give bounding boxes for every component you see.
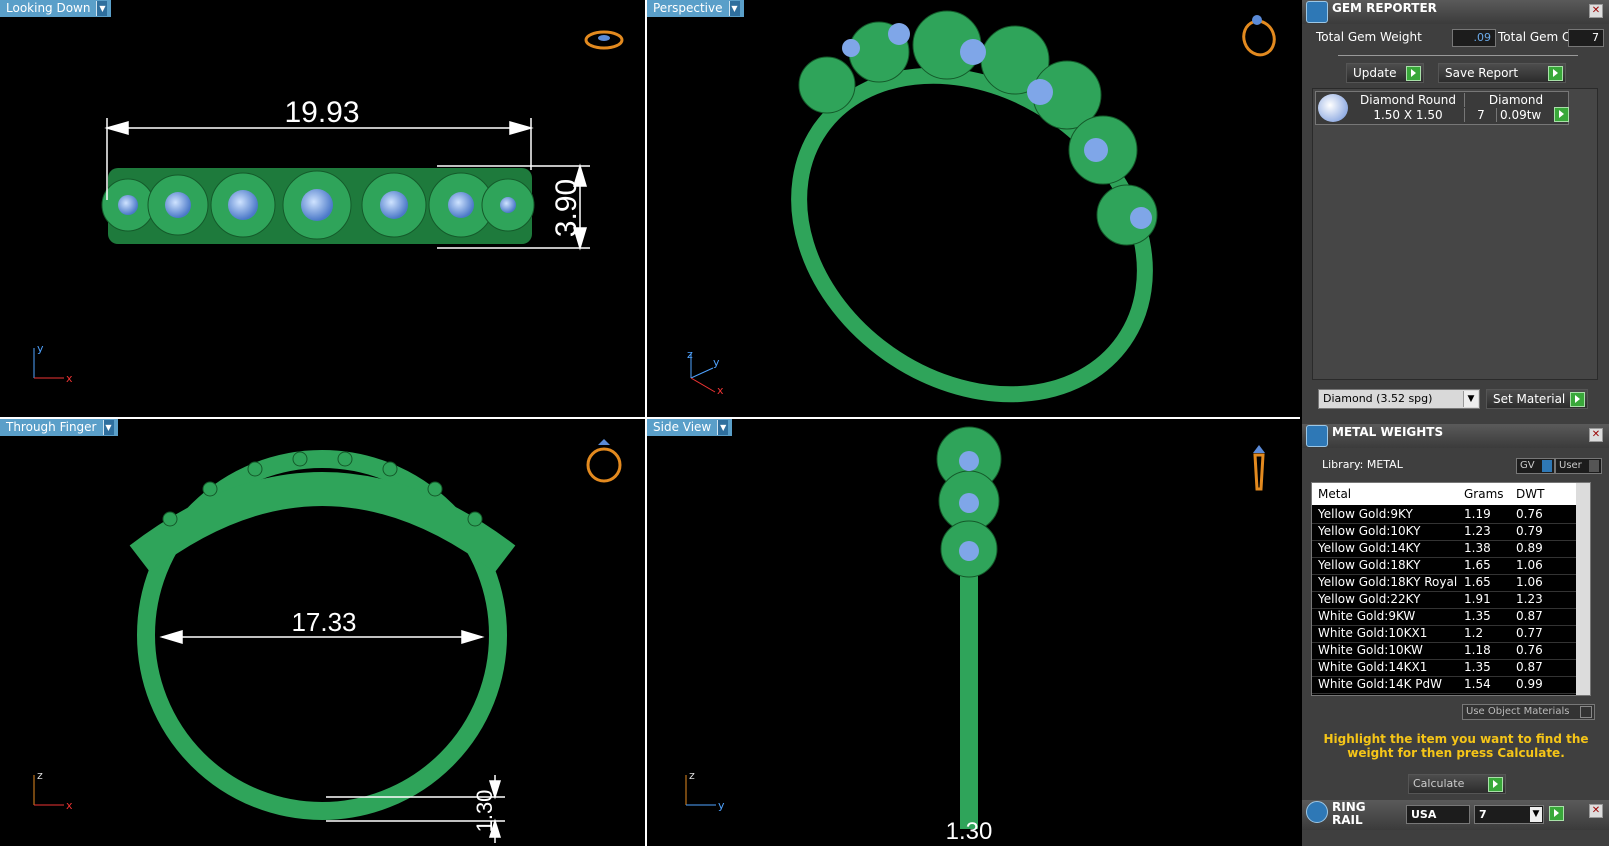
- toggle-on-icon: [1542, 460, 1552, 472]
- dimension-width-label: 19.93: [284, 96, 359, 129]
- total-gem-weight-field[interactable]: .09: [1452, 29, 1496, 47]
- table-row[interactable]: White Gold:9KW 1.35 0.87: [1312, 608, 1590, 626]
- axis-gizmo-icon: z y x: [687, 348, 724, 397]
- ring-perspective-view: z y x: [687, 10, 1276, 403]
- metal-weights-icon: [1306, 425, 1328, 447]
- gem-list[interactable]: Diamond Round 1.50 X 1.50 Diamond 7 0.09…: [1312, 88, 1598, 380]
- ring-view-cube-icon: [584, 30, 624, 50]
- dimension-thickness-label: 1.30: [472, 790, 497, 833]
- table-row[interactable]: White Gold:14KX1 1.35 0.87: [1312, 659, 1590, 677]
- svg-text:y: y: [713, 356, 720, 369]
- ring-top-view: 19.93 3.90 y x: [33, 30, 624, 385]
- table-row[interactable]: Yellow Gold:10KY 1.23 0.79: [1312, 523, 1590, 541]
- svg-text:x: x: [66, 799, 73, 812]
- ring-rail-header: RING RAIL USA 7 ▼ ✕: [1302, 800, 1609, 830]
- table-row[interactable]: White Gold:14K PdW 1.54 0.99: [1312, 676, 1590, 694]
- axis-gizmo-icon: y x: [33, 342, 73, 385]
- ring-rail-icon: [1306, 801, 1328, 823]
- ring-rail-region-field[interactable]: USA: [1406, 805, 1470, 824]
- axis-gizmo-icon: z y: [685, 769, 725, 812]
- ring-side-view: 1.30 z y: [685, 426, 1265, 845]
- gem-row[interactable]: Diamond Round 1.50 X 1.50 Diamond 7 0.09…: [1315, 91, 1569, 125]
- close-icon[interactable]: ✕: [1589, 4, 1603, 18]
- table-row[interactable]: White Gold:10KW 1.18 0.76: [1312, 642, 1590, 660]
- chevron-down-icon[interactable]: ▼: [1463, 391, 1478, 407]
- play-icon: [1488, 777, 1503, 792]
- svg-text:z: z: [689, 769, 695, 782]
- diamond-round-icon: [1318, 94, 1348, 122]
- play-icon: [1570, 392, 1585, 407]
- table-row[interactable]: Yellow Gold:18KY 1.65 1.06: [1312, 557, 1590, 575]
- chevron-down-icon[interactable]: ▼: [1530, 807, 1542, 822]
- total-gem-weight-label: Total Gem Weight: [1316, 30, 1422, 44]
- ring-front-view: 17.33 1.30 z x: [33, 439, 622, 843]
- close-icon[interactable]: ✕: [1589, 428, 1603, 442]
- toggle-off-icon: [1589, 460, 1599, 472]
- dimension-height-label: 3.90: [550, 179, 583, 237]
- ring-rail-go-button[interactable]: [1548, 805, 1564, 823]
- library-label: Library: METAL: [1322, 458, 1403, 471]
- table-row[interactable]: Yellow Gold:18KY Royal 1.65 1.06: [1312, 574, 1590, 592]
- play-icon: [1406, 66, 1421, 81]
- metal-weights-header: METAL WEIGHTS ✕: [1302, 424, 1609, 448]
- set-material-button[interactable]: Set Material: [1486, 389, 1588, 409]
- checkbox-icon: [1580, 706, 1592, 718]
- material-select[interactable]: Diamond (3.52 spg) ▼: [1318, 389, 1480, 409]
- table-row[interactable]: Yellow Gold:14KY 1.38 0.89: [1312, 540, 1590, 558]
- calculate-button[interactable]: Calculate: [1408, 774, 1506, 794]
- viewport-side-view[interactable]: Side View ▼ 1.30 z y: [647, 419, 1300, 846]
- dimension-diameter-label: 17.33: [291, 607, 356, 637]
- total-gem-count-field[interactable]: 7: [1568, 29, 1604, 47]
- table-header: Metal Grams DWT: [1312, 483, 1590, 505]
- svg-text:x: x: [66, 372, 73, 385]
- gem-reporter-header: GEM REPORTER ✕: [1302, 0, 1609, 24]
- axis-gizmo-icon: z x: [33, 769, 73, 812]
- play-icon: [1554, 107, 1569, 122]
- viewport-through-finger[interactable]: Through Finger ▼ 17.33 1.30 z x: [0, 419, 645, 846]
- svg-text:x: x: [717, 384, 724, 397]
- gem-row-action-button[interactable]: [1554, 107, 1569, 122]
- table-row[interactable]: Yellow Gold:9KY 1.19 0.76: [1312, 506, 1590, 524]
- table-scrollbar[interactable]: [1576, 483, 1590, 695]
- divider-slider[interactable]: [1338, 55, 1578, 56]
- gem-reporter-icon: [1306, 1, 1328, 23]
- ring-view-cube-icon: [1242, 15, 1276, 57]
- instructions-text: Highlight the item you want to find the …: [1323, 732, 1589, 760]
- right-panel: GEM REPORTER ✕ Total Gem Weight .09 Tota…: [1302, 0, 1609, 846]
- table-row[interactable]: Yellow Gold:22KY 1.91 1.23: [1312, 591, 1590, 609]
- play-icon: [1549, 806, 1564, 821]
- svg-text:z: z: [37, 769, 43, 782]
- svg-text:y: y: [718, 799, 725, 812]
- gv-toggle[interactable]: GV: [1516, 458, 1555, 474]
- viewport-splitter-horizontal[interactable]: [0, 417, 1300, 419]
- use-object-materials-checkbox[interactable]: Use Object Materials: [1462, 704, 1595, 720]
- dimension-thickness-label: 1.30: [946, 818, 993, 845]
- ring-view-cube-icon: [1253, 445, 1265, 491]
- ring-view-cube-icon: [586, 439, 622, 483]
- close-icon[interactable]: ✕: [1589, 804, 1603, 818]
- viewport-splitter-vertical[interactable]: [645, 0, 647, 846]
- svg-text:z: z: [687, 348, 693, 361]
- save-report-button[interactable]: Save Report: [1438, 63, 1566, 83]
- svg-text:y: y: [37, 342, 44, 355]
- user-toggle[interactable]: User: [1555, 458, 1602, 474]
- table-row[interactable]: White Gold:10KX1 1.2 0.77: [1312, 625, 1590, 643]
- ring-rail-size-select[interactable]: 7 ▼: [1474, 805, 1544, 824]
- metal-weights-table[interactable]: Metal Grams DWT Yellow Gold:9KY 1.19 0.76 Y…: [1311, 482, 1591, 696]
- play-icon: [1548, 66, 1563, 81]
- viewport-looking-down[interactable]: Looking Down ▼ 19.93 3.90 y x: [0, 0, 645, 417]
- update-button[interactable]: Update: [1346, 63, 1424, 83]
- viewport-perspective[interactable]: Perspective ▼ z y x: [647, 0, 1300, 417]
